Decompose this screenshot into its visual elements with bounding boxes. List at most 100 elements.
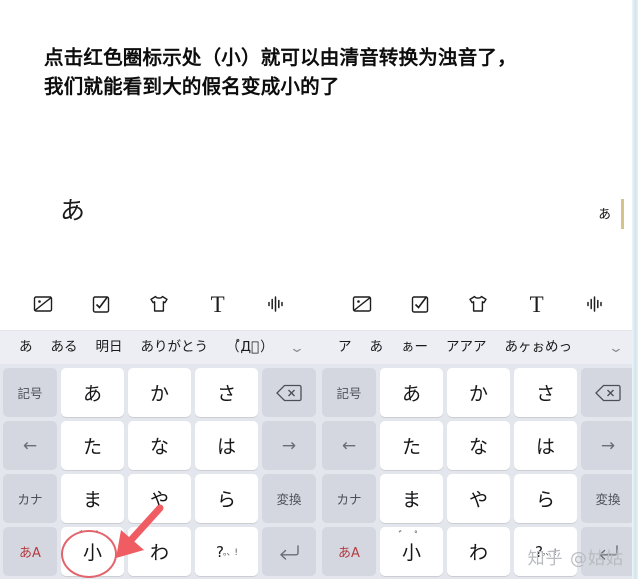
text-icon[interactable]: T — [204, 290, 232, 318]
key-ya[interactable]: や — [128, 474, 191, 523]
key-ha[interactable]: は — [514, 421, 577, 470]
key-small-dakuten-label: 小 — [401, 542, 421, 564]
key-a[interactable]: あ — [61, 368, 124, 417]
key-convert[interactable]: 変換 — [262, 474, 316, 523]
keyboard-row: 記号 あ か さ — [3, 368, 316, 417]
key-ma[interactable]: ま — [61, 474, 124, 523]
candidate-item[interactable]: ある — [42, 340, 87, 355]
key-na[interactable]: な — [128, 421, 191, 470]
tshirt-icon[interactable] — [145, 290, 173, 318]
key-na[interactable]: な — [447, 421, 510, 470]
text-icon[interactable]: T — [523, 290, 551, 318]
key-wa[interactable]: わ — [128, 527, 191, 576]
candidate-item[interactable]: ア — [329, 340, 361, 355]
key-ta[interactable]: た — [61, 421, 124, 470]
voice-waveform-icon[interactable] — [581, 290, 609, 318]
key-symbols[interactable]: 記号 — [3, 368, 57, 417]
key-small-dakuten[interactable]: ゛゜ 小 — [61, 527, 124, 576]
right-keyboard: 記号 あ か さ ← た な は → カナ ま や ら 変換 あA ゛゜ 小 わ… — [319, 364, 638, 579]
key-cursor-right[interactable]: → — [581, 421, 635, 470]
dakuten-handakuten-marks: ゛゜ — [79, 531, 112, 542]
candidate-item[interactable]: あ — [361, 340, 393, 355]
key-input-mode[interactable]: あA — [322, 527, 376, 576]
right-panel: ぁ T ア あ ぁー アアア あヶぉめっ ⌄ 記号 あ か さ ← た な は … — [319, 150, 638, 579]
enter-icon — [596, 543, 620, 561]
right-edge-strip — [632, 0, 638, 579]
text-caret — [621, 199, 624, 229]
key-enter[interactable] — [262, 527, 316, 576]
chevron-down-icon[interactable]: ⌄ — [289, 341, 320, 354]
key-punctuation[interactable]: ? 。、! — [514, 527, 577, 576]
keyboard-row: あA ゛゜ 小 わ ? 。、! — [322, 527, 635, 576]
key-punctuation-sub: 。、! — [541, 548, 557, 558]
image-icon[interactable] — [348, 290, 376, 318]
key-sa[interactable]: さ — [195, 368, 258, 417]
key-ha[interactable]: は — [195, 421, 258, 470]
candidate-item[interactable]: あ — [10, 340, 42, 355]
key-small-dakuten[interactable]: ゛゜ 小 — [380, 527, 443, 576]
keyboard-row: あA ゛゜ 小 わ ? 。、! — [3, 527, 316, 576]
left-icon-toolbar: T — [0, 278, 319, 330]
text-icon-glyph: T — [210, 291, 225, 317]
candidate-item[interactable]: 明日 — [87, 340, 132, 355]
left-composing-text: あ — [60, 196, 86, 225]
keyboard-row: カナ ま や ら 変換 — [3, 474, 316, 523]
key-wa[interactable]: わ — [447, 527, 510, 576]
left-keyboard: 記号 あ か さ ← た な は → カナ ま や ら 変換 あA ゛゜ 小 わ… — [0, 364, 319, 579]
keyboard-row: ← た な は → — [322, 421, 635, 470]
key-kana[interactable]: カナ — [3, 474, 57, 523]
right-compose-area[interactable]: ぁ — [319, 150, 638, 278]
key-convert[interactable]: 変換 — [581, 474, 635, 523]
image-icon[interactable] — [29, 290, 57, 318]
keyboard-row: 記号 あ か さ — [322, 368, 635, 417]
keyboard-row: カナ ま や ら 変換 — [322, 474, 635, 523]
candidate-item[interactable]: （゚Д゚） — [217, 340, 284, 355]
candidate-item[interactable]: ぁー — [392, 340, 437, 355]
dakuten-handakuten-marks: ゛゜ — [398, 531, 431, 542]
key-ma[interactable]: ま — [380, 474, 443, 523]
dual-phone-panels: あ T あ ある 明日 ありがとう （゚Д゚） ⌄ 記号 あ か さ ← た な… — [0, 150, 638, 579]
key-cursor-right[interactable]: → — [262, 421, 316, 470]
key-enter[interactable] — [581, 527, 635, 576]
screenshot-root: 点击红色圈标示处（小）就可以由清音转换为浊音了， 我们就能看到大的假名变成小的了… — [0, 0, 638, 579]
key-ya[interactable]: や — [447, 474, 510, 523]
key-ra[interactable]: ら — [514, 474, 577, 523]
tshirt-icon[interactable] — [464, 290, 492, 318]
key-backspace[interactable] — [262, 368, 316, 417]
key-a[interactable]: あ — [380, 368, 443, 417]
left-panel: あ T あ ある 明日 ありがとう （゚Д゚） ⌄ 記号 あ か さ ← た な… — [0, 150, 319, 579]
key-punctuation-sub: 。、! — [222, 548, 238, 558]
key-sa[interactable]: さ — [514, 368, 577, 417]
key-ta[interactable]: た — [380, 421, 443, 470]
page-title: 点击红色圈标示处（小）就可以由清音转换为浊音了， 我们就能看到大的假名变成小的了 — [44, 47, 517, 98]
keyboard-row: ← た な は → — [3, 421, 316, 470]
left-candidate-bar[interactable]: あ ある 明日 ありがとう （゚Д゚） ⌄ — [0, 330, 319, 364]
key-input-mode[interactable]: あA — [3, 527, 57, 576]
key-punctuation-label: ? — [534, 542, 543, 561]
right-candidate-bar[interactable]: ア あ ぁー アアア あヶぉめっ ⌄ — [319, 330, 638, 364]
key-symbols[interactable]: 記号 — [322, 368, 376, 417]
key-backspace[interactable] — [581, 368, 635, 417]
key-ra[interactable]: ら — [195, 474, 258, 523]
right-composing-text: ぁ — [596, 204, 612, 222]
left-compose-area[interactable]: あ — [0, 150, 319, 278]
key-punctuation[interactable]: ? 。、! — [195, 527, 258, 576]
text-icon-glyph: T — [529, 291, 544, 317]
key-small-dakuten-label: 小 — [82, 542, 102, 564]
candidate-item[interactable]: ありがとう — [132, 340, 218, 355]
right-icon-toolbar: T — [319, 278, 638, 330]
key-ka[interactable]: か — [447, 368, 510, 417]
key-cursor-left[interactable]: ← — [322, 421, 376, 470]
key-kana[interactable]: カナ — [322, 474, 376, 523]
key-cursor-left[interactable]: ← — [3, 421, 57, 470]
key-ka[interactable]: か — [128, 368, 191, 417]
key-punctuation-label: ? — [215, 542, 224, 561]
candidate-item[interactable]: アアア — [437, 340, 496, 355]
backspace-icon — [595, 384, 621, 402]
voice-waveform-icon[interactable] — [262, 290, 290, 318]
checkbox-icon[interactable] — [406, 290, 434, 318]
candidate-item[interactable]: あヶぉめっ — [496, 340, 582, 355]
checkbox-icon[interactable] — [87, 290, 115, 318]
enter-icon — [277, 543, 301, 561]
backspace-icon — [276, 384, 302, 402]
